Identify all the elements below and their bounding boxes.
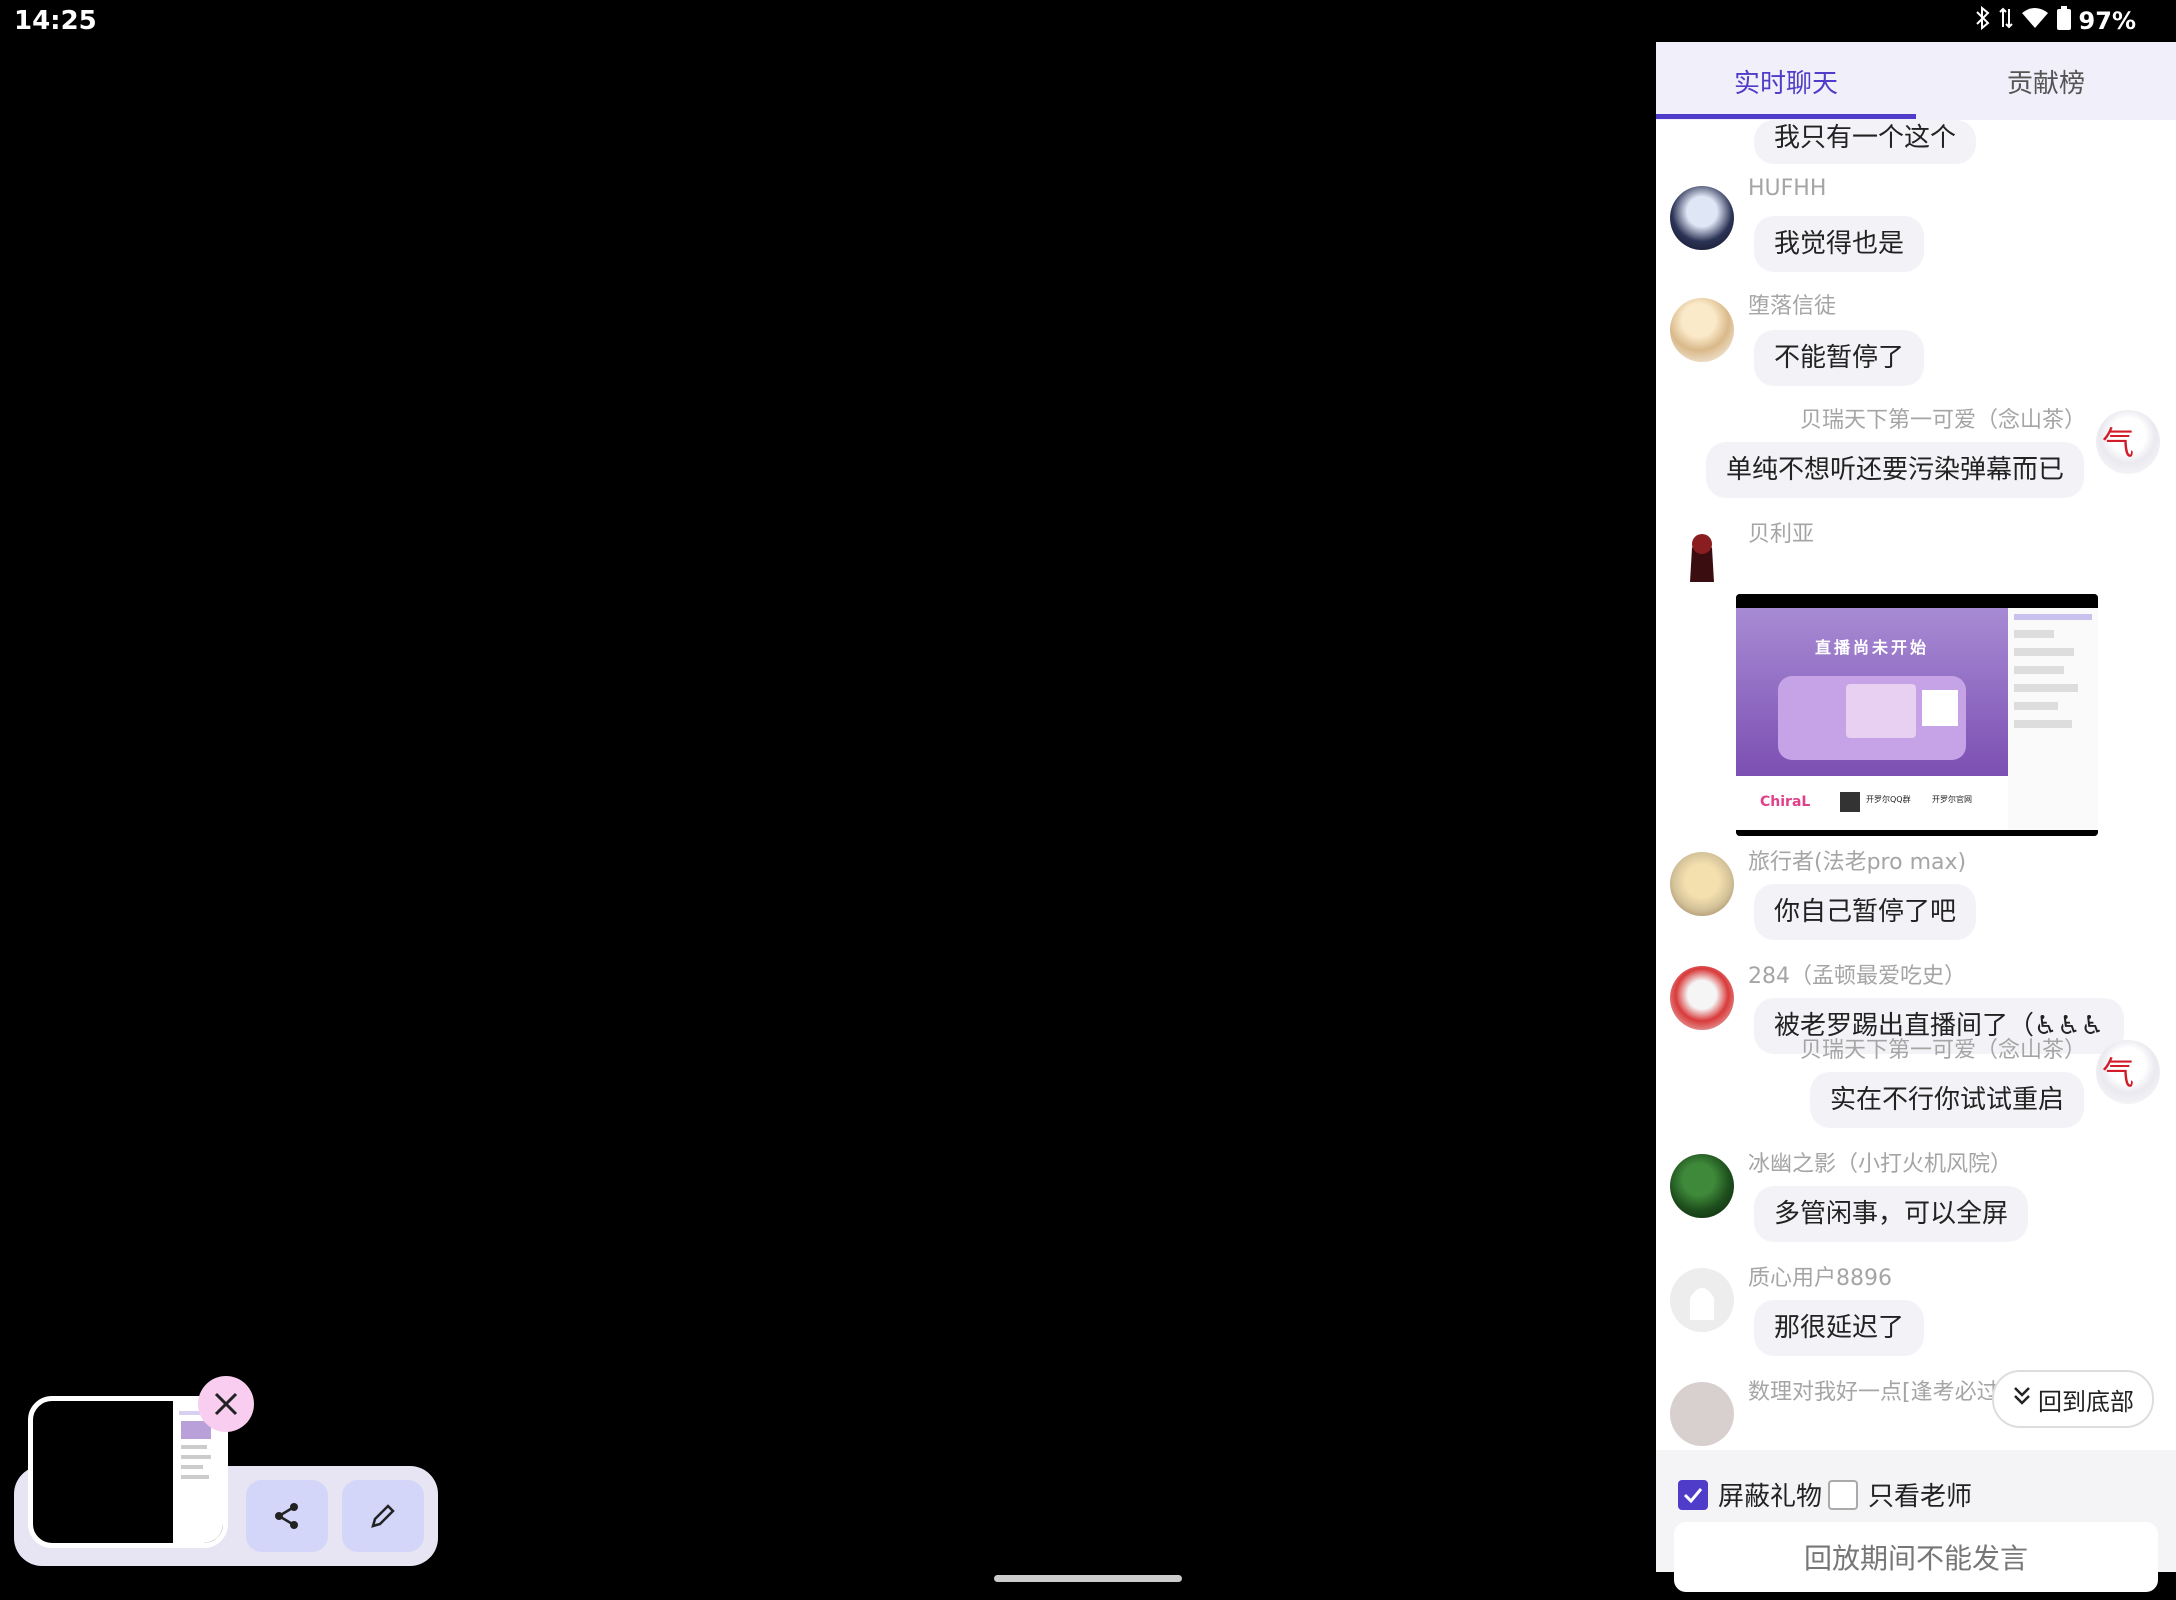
chat-username: 贝利亚	[1748, 522, 1815, 547]
chat-message-bubble: 你自己暂停了吧	[1754, 884, 1977, 940]
tab-contribution-rank[interactable]: 贡献榜	[1916, 42, 2176, 120]
screenshot-site: 开罗尔官网	[1932, 795, 1972, 804]
avatar[interactable]	[1670, 298, 1734, 362]
avatar[interactable]	[1670, 1382, 1734, 1446]
screenshot-title: 直播尚未开始	[1814, 638, 1929, 657]
avatar[interactable]	[1670, 1268, 1734, 1332]
screenshot-thumbnail[interactable]	[28, 1396, 228, 1548]
back-to-bottom-button[interactable]: 回到底部	[1992, 1370, 2154, 1428]
chat-message-bubble: 多管闲事，可以全屏	[1754, 1186, 2029, 1242]
battery-level: 97%	[2078, 7, 2136, 35]
chat-username: 旅行者(法老pro max)	[1748, 850, 1967, 875]
gesture-nav-handle[interactable]	[994, 1575, 1182, 1582]
avatar[interactable]	[1670, 852, 1734, 916]
wifi-icon	[2021, 7, 2049, 35]
teacher-only-label: 只看老师	[1868, 1482, 1973, 1512]
tab-live-chat[interactable]: 实时聊天	[1656, 42, 1916, 120]
chat-message-bubble: 实在不行你试试重启	[1809, 1072, 2084, 1128]
screenshot-brand: ChiraL	[1760, 794, 1811, 810]
chat-username: 贝瑞天下第一可爱（念山茶）	[1799, 1038, 2086, 1063]
chat-message-bubble: 我觉得也是	[1754, 216, 1925, 272]
share-button[interactable]	[246, 1480, 328, 1552]
status-time: 14:25	[14, 6, 97, 36]
screenshot-qq: 开罗尔QQ群	[1866, 795, 1911, 804]
chat-list[interactable]: 我只有一个这个 HUFHH 我觉得也是 堕落信徒 不能暂停了 气 贝瑞天下第一可…	[1656, 120, 2176, 1450]
close-icon	[214, 1392, 238, 1416]
avatar[interactable]: 气	[2096, 410, 2160, 474]
chat-username: 质心用户8896	[1748, 1266, 1892, 1291]
svg-text:气: 气	[2102, 424, 2134, 462]
double-chevron-down-icon	[2012, 1385, 2032, 1413]
chat-bottom-bar: 屏蔽礼物 只看老师 回放期间不能发言	[1656, 1450, 2176, 1592]
chat-message-bubble: 不能暂停了	[1754, 330, 1925, 386]
checkbox-unchecked-icon	[1828, 1479, 1858, 1510]
chat-image-screenshot[interactable]: 直播尚未开始 ChiraL 开罗尔QQ群 开罗尔官网	[1736, 594, 2098, 836]
checkbox-checked-icon	[1678, 1479, 1708, 1510]
chat-message-bubble: 我只有一个这个	[1754, 120, 1977, 164]
edit-button[interactable]	[342, 1480, 424, 1552]
chat-username: 堕落信徒	[1748, 294, 1837, 319]
live-chat-panel: 实时聊天 贡献榜 我只有一个这个 HUFHH 我觉得也是 堕落信徒 不能暂停了 …	[1656, 42, 2176, 1592]
chat-username: HUFHH	[1748, 176, 1827, 201]
pencil-icon	[371, 1504, 395, 1528]
back-to-bottom-label: 回到底部	[2038, 1387, 2134, 1416]
tab-bar: 实时聊天 贡献榜	[1656, 42, 2176, 120]
status-icons: 97%	[1975, 5, 2136, 36]
tab-active-indicator	[1656, 114, 1916, 119]
chat-username: 冰幽之影（小打火机风院）	[1748, 1152, 2013, 1177]
avatar[interactable]	[1670, 522, 1734, 586]
chat-username: 284（孟顿最爱吃史）	[1748, 964, 1966, 989]
avatar[interactable]	[1670, 966, 1734, 1030]
chat-message-bubble: 单纯不想听还要污染弹幕而已	[1705, 442, 2084, 498]
svg-text:气: 气	[2102, 1054, 2134, 1092]
data-arrows-icon	[1998, 7, 2013, 35]
avatar[interactable]	[1670, 186, 1734, 250]
block-gifts-checkbox[interactable]: 屏蔽礼物	[1678, 1476, 1822, 1513]
chat-username: 贝瑞天下第一可爱（念山茶）	[1799, 408, 2086, 433]
teacher-only-checkbox[interactable]: 只看老师	[1828, 1476, 1972, 1513]
bluetooth-icon	[1975, 5, 1991, 36]
chat-message-bubble: 那很延迟了	[1754, 1300, 1925, 1356]
battery-icon	[2056, 6, 2071, 36]
message-input-disabled[interactable]: 回放期间不能发言	[1674, 1522, 2158, 1592]
block-gifts-label: 屏蔽礼物	[1718, 1482, 1823, 1512]
close-screenshot-button[interactable]	[198, 1376, 254, 1432]
share-icon	[275, 1503, 298, 1529]
avatar[interactable]	[1670, 1154, 1734, 1218]
avatar[interactable]: 气	[2096, 1040, 2160, 1104]
